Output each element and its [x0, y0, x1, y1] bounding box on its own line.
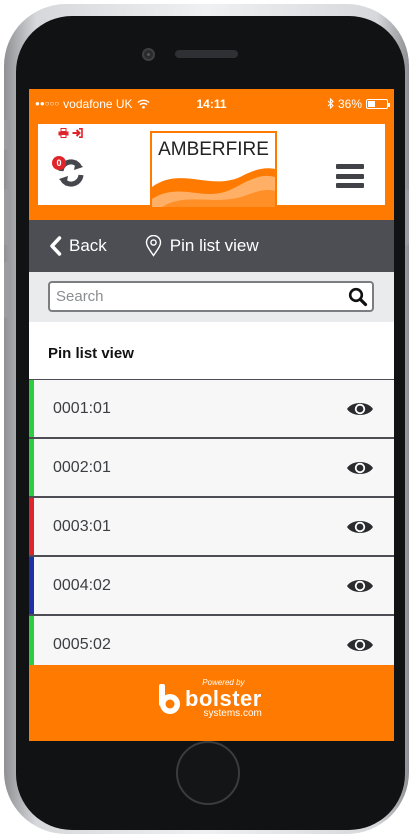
map-pin-icon	[145, 235, 161, 257]
eye-icon[interactable]	[346, 400, 374, 418]
volume-down-button	[4, 262, 9, 318]
carrier-name: vodafone UK	[63, 96, 133, 111]
pin-label: 0004:02	[53, 576, 111, 594]
sign-in-icon[interactable]	[72, 128, 83, 138]
page-title: Pin list view	[169, 236, 259, 255]
sync-button[interactable]: 0	[52, 156, 88, 189]
list-item[interactable]: 0001:01	[29, 380, 394, 439]
header-actions	[58, 128, 83, 138]
list-item[interactable]: 0004:02	[29, 557, 394, 616]
amberfire-logo: AMBERFIRE	[150, 131, 277, 209]
battery-percent: 36%	[337, 96, 362, 111]
pin-label: 0003:01	[53, 517, 111, 535]
pin-label: 0002:01	[53, 458, 111, 476]
battery-icon	[366, 98, 390, 109]
pin-label: 0005:02	[53, 635, 111, 653]
nav-bar: Back Pin list view	[29, 220, 394, 272]
footer: Powered by bolster systems.com	[29, 665, 394, 741]
search-input[interactable]	[50, 283, 324, 310]
app-header: 0 AMBERFIRE	[29, 118, 394, 220]
back-button[interactable]: Back	[49, 236, 107, 256]
search-box	[48, 281, 374, 312]
search-section	[29, 272, 394, 322]
earpiece-speaker	[175, 50, 238, 58]
pin-label: 0001:01	[53, 399, 111, 417]
section-heading: Pin list view	[29, 322, 394, 379]
list-item[interactable]: 0002:01	[29, 439, 394, 498]
nav-title: Pin list view	[145, 235, 259, 257]
status-marker	[29, 380, 34, 437]
eye-icon[interactable]	[346, 518, 374, 536]
search-icon[interactable]	[348, 287, 368, 307]
front-camera	[142, 48, 155, 61]
brand-domain: systems.com	[203, 708, 262, 719]
print-icon[interactable]	[58, 128, 69, 138]
header-card: 0 AMBERFIRE	[38, 124, 385, 209]
hamburger-menu-icon[interactable]	[336, 164, 364, 188]
mute-switch	[4, 120, 9, 150]
bolster-logo[interactable]: Powered by bolster systems.com	[157, 679, 262, 719]
list-item[interactable]: 0003:01	[29, 498, 394, 557]
app-screen: ●●○○○ vodafone UK 14:11 36% 0 AMBERFIRE …	[29, 89, 394, 741]
wifi-icon	[137, 99, 150, 109]
back-label: Back	[69, 236, 107, 255]
bolster-mark-icon	[159, 684, 180, 714]
volume-up-button	[4, 189, 9, 245]
sync-badge: 0	[52, 156, 66, 170]
status-marker	[29, 439, 34, 496]
chevron-left-icon	[50, 236, 62, 256]
status-bar: ●●○○○ vodafone UK 14:11 36%	[29, 89, 394, 118]
status-marker	[29, 498, 34, 555]
bluetooth-icon	[327, 98, 334, 109]
status-marker	[29, 557, 34, 614]
eye-icon[interactable]	[346, 577, 374, 595]
brand-name: bolster	[185, 686, 262, 711]
flame-swoosh-graphic	[152, 168, 275, 207]
logo-text: AMBERFIRE	[158, 139, 269, 160]
pin-list: 0001:01 0002:01 0003:01 0004:02 0005:02	[29, 379, 394, 675]
signal-strength: ●●○○○	[35, 99, 60, 108]
eye-icon[interactable]	[346, 459, 374, 477]
eye-icon[interactable]	[346, 636, 374, 654]
home-button[interactable]	[176, 741, 240, 805]
